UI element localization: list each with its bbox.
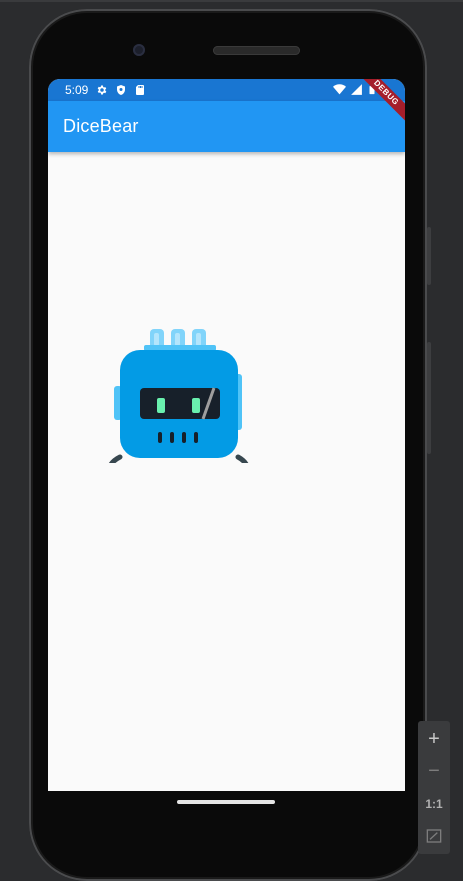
app-bar: DiceBear [48, 101, 405, 152]
settings-icon [98, 85, 107, 95]
avatar-ear-right [235, 454, 249, 463]
zoom-in-button[interactable]: + [418, 723, 450, 755]
volume-button[interactable] [427, 342, 431, 454]
front-camera-icon [133, 44, 145, 56]
app-title: DiceBear [63, 116, 139, 136]
avatar-eye-left [157, 398, 165, 413]
avatar-ear-left [108, 454, 123, 463]
window-top-border [0, 0, 463, 2]
signal-icon [351, 84, 362, 95]
wifi-icon [333, 84, 346, 95]
fit-screen-icon [426, 829, 442, 843]
fit-screen-button[interactable] [418, 820, 450, 852]
sd-card-icon [136, 85, 145, 95]
zoom-out-button[interactable]: − [418, 755, 450, 787]
avatar-eye-right [192, 398, 200, 413]
power-button[interactable] [427, 227, 431, 285]
shield-icon [117, 85, 126, 95]
earpiece-speaker [213, 46, 300, 55]
status-bar: 5:09 [48, 79, 405, 101]
actual-size-button[interactable]: 1:1 [418, 788, 450, 820]
status-time: 5:09 [65, 83, 89, 97]
emulator-zoom-toolbar: + − 1:1 [418, 721, 450, 854]
gesture-nav-handle[interactable] [177, 800, 275, 804]
bottts-robot-avatar-icon [108, 329, 249, 463]
